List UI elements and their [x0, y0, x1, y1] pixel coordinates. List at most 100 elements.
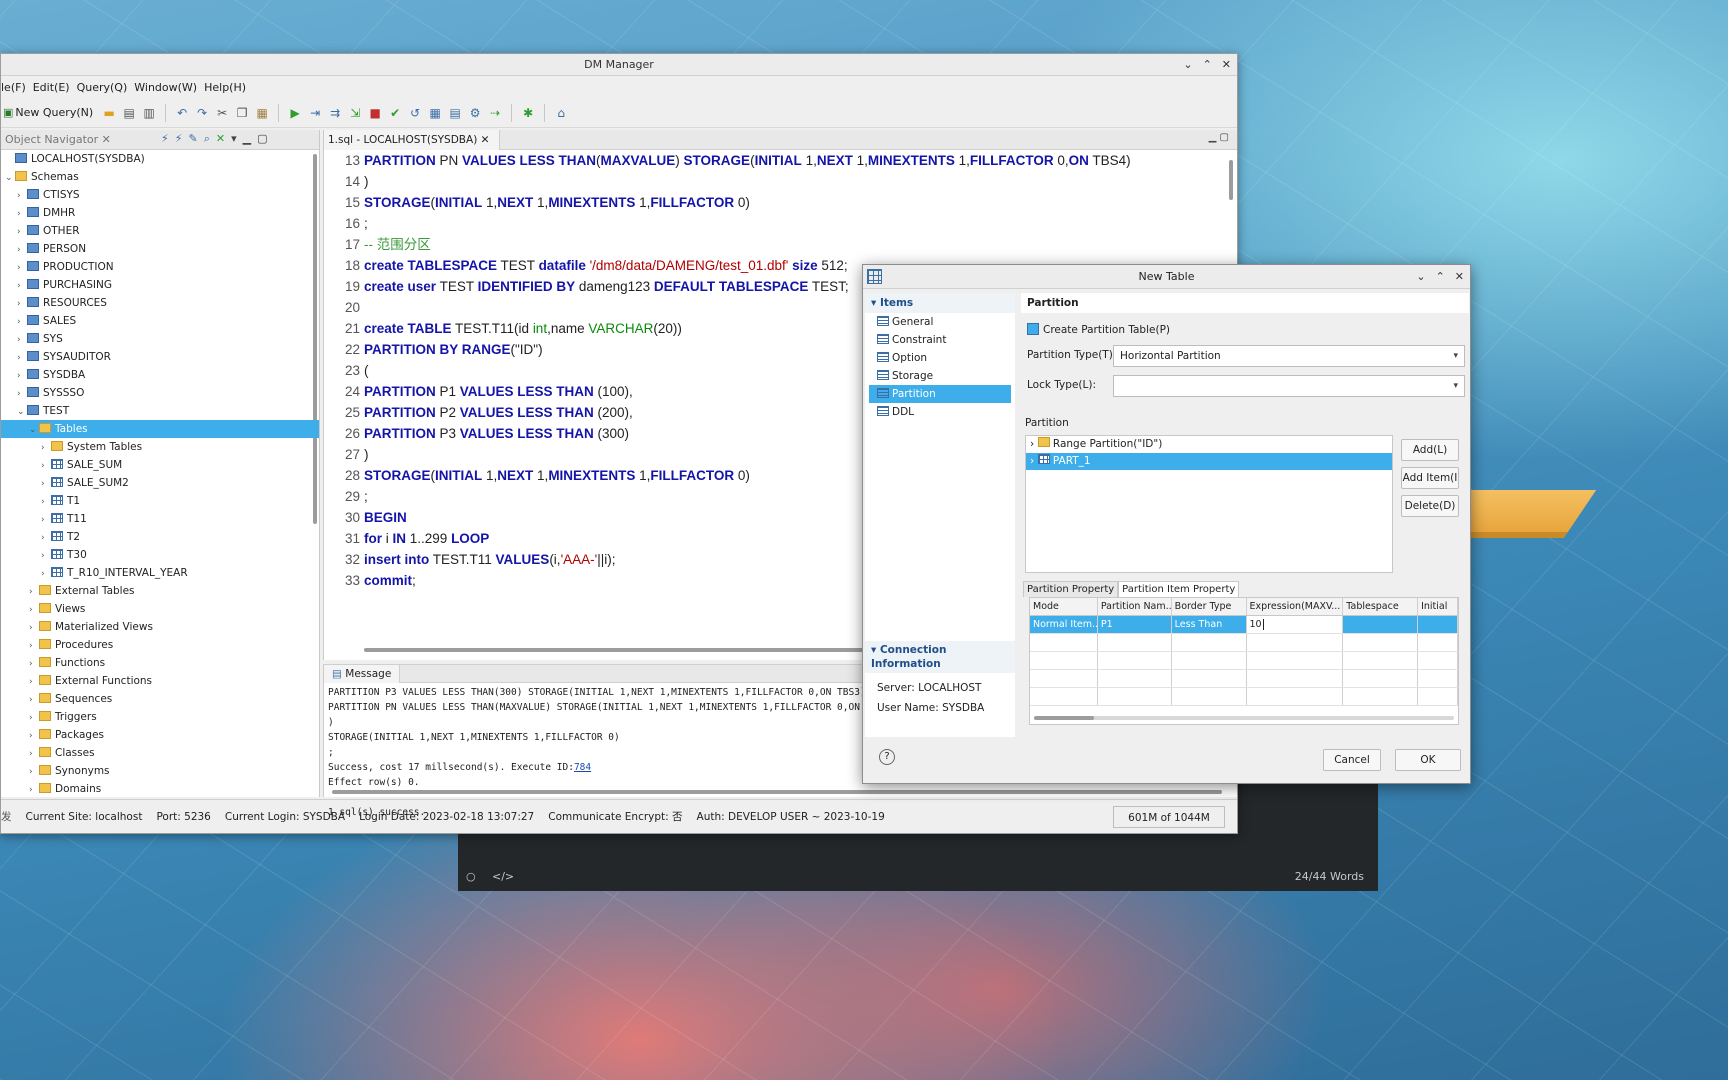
chevron-right-icon[interactable]: ›: [17, 313, 27, 331]
minimize-icon[interactable]: ⌄: [1183, 54, 1192, 76]
menu-window[interactable]: Window(W): [134, 81, 204, 94]
search-icon[interactable]: ⌕: [204, 132, 210, 146]
explain-icon[interactable]: ⇲: [346, 104, 364, 122]
save-all-icon[interactable]: ▥: [140, 104, 158, 122]
column-partition-name[interactable]: Partition Nam...: [1098, 598, 1172, 615]
tree-node-table[interactable]: › SALE_SUM: [1, 456, 319, 474]
redo-icon[interactable]: ↷: [193, 104, 211, 122]
menu-file[interactable]: le(F): [1, 81, 33, 94]
chevron-right-icon[interactable]: ›: [41, 529, 51, 547]
tree-node-schema[interactable]: › SYSDBA: [1, 366, 319, 384]
chevron-right-icon[interactable]: ›: [41, 547, 51, 565]
item-partition[interactable]: Partition: [869, 385, 1011, 403]
lock-type-select[interactable]: ▾: [1113, 375, 1465, 397]
run-selection-icon[interactable]: ⇥: [306, 104, 324, 122]
chevron-right-icon[interactable]: ›: [17, 241, 27, 259]
chevron-right-icon[interactable]: ›: [41, 511, 51, 529]
menu-query[interactable]: Query(Q): [77, 81, 135, 94]
delete-button[interactable]: Delete(D): [1401, 495, 1459, 517]
execute-id-link[interactable]: 784: [574, 762, 591, 773]
chevron-right-icon[interactable]: ›: [29, 745, 39, 763]
chevron-down-icon[interactable]: ⌄: [29, 421, 39, 439]
home-icon[interactable]: ⌂: [552, 104, 570, 122]
tree-node-folder[interactable]: › Views: [1, 600, 319, 618]
tree-node-folder[interactable]: › External Functions: [1, 672, 319, 690]
edit-icon[interactable]: ✎: [188, 132, 197, 146]
grid-icon[interactable]: ▦: [426, 104, 444, 122]
column-mode[interactable]: Mode: [1030, 598, 1098, 615]
add-item-button[interactable]: Add Item(I: [1401, 467, 1459, 489]
chevron-right-icon[interactable]: ›: [17, 205, 27, 223]
maximize-icon[interactable]: ⌃: [1436, 265, 1445, 287]
chevron-right-icon[interactable]: ›: [41, 439, 51, 457]
tree-node-folder[interactable]: › Procedures: [1, 636, 319, 654]
chevron-right-icon[interactable]: ›: [29, 673, 39, 691]
chevron-right-icon[interactable]: ›: [17, 259, 27, 277]
tree-node-folder[interactable]: › Packages: [1, 726, 319, 744]
step-icon[interactable]: ⇢: [486, 104, 504, 122]
chevron-right-icon[interactable]: ›: [41, 457, 51, 475]
tree-node-folder[interactable]: › Classes: [1, 744, 319, 762]
tree-node-schema[interactable]: › SYS: [1, 330, 319, 348]
tab-partition-property[interactable]: Partition Property: [1023, 581, 1119, 597]
run-icon[interactable]: ▶: [286, 104, 304, 122]
add-button[interactable]: Add(L): [1401, 439, 1459, 461]
maximize-icon[interactable]: ⌃: [1203, 54, 1212, 76]
tree-node-schemas[interactable]: ⌄ Schemas: [1, 168, 319, 186]
tab-object-navigator[interactable]: Object Navigator ✕: [1, 130, 111, 150]
panel-controls-icon[interactable]: ▁ ▢: [1209, 132, 1229, 143]
view-menu-icon[interactable]: ▾: [231, 132, 237, 146]
tree-node-schema[interactable]: › RESOURCES: [1, 294, 319, 312]
tree-node-folder[interactable]: › Synonyms: [1, 762, 319, 780]
tree-node-tables[interactable]: ⌄ Tables: [1, 420, 319, 438]
copy-icon[interactable]: ❐: [233, 104, 251, 122]
partition-type-select[interactable]: Horizontal Partition ▾: [1113, 345, 1465, 367]
cell-mode[interactable]: Normal Item...: [1030, 616, 1098, 633]
tree-node-root[interactable]: LOCALHOST(SYSDBA): [1, 150, 319, 168]
bug-icon[interactable]: ✱: [519, 104, 537, 122]
new-query-button[interactable]: ▣ New Query(N): [3, 106, 93, 119]
debug-icon[interactable]: ⚙: [466, 104, 484, 122]
disconnect-icon[interactable]: ⚡: [175, 132, 183, 146]
chevron-right-icon[interactable]: ›: [29, 781, 39, 795]
chevron-down-icon[interactable]: ⌄: [5, 169, 15, 187]
tree-node-table[interactable]: › T_R10_INTERVAL_YEAR: [1, 564, 319, 582]
chevron-right-icon[interactable]: ›: [29, 727, 39, 745]
tab-message[interactable]: ▤ Message: [324, 665, 401, 683]
menu-edit[interactable]: Edit(E): [33, 81, 77, 94]
cell-tablespace[interactable]: [1343, 616, 1419, 633]
item-storage[interactable]: Storage: [869, 367, 1011, 385]
chevron-right-icon[interactable]: ›: [17, 187, 27, 205]
tree-node-schema[interactable]: › PERSON: [1, 240, 319, 258]
column-initial[interactable]: Initial: [1418, 598, 1458, 615]
minimize-icon[interactable]: ⌄: [1416, 265, 1425, 287]
tree-node-schema[interactable]: › PURCHASING: [1, 276, 319, 294]
item-ddl[interactable]: DDL: [869, 403, 1011, 421]
run-script-icon[interactable]: ⇉: [326, 104, 344, 122]
editor-hscrollbar[interactable]: [364, 648, 864, 652]
chevron-down-icon[interactable]: ⌄: [17, 403, 27, 421]
table-row[interactable]: Normal Item... P1 Less Than 10: [1030, 616, 1458, 634]
tree-node-schema[interactable]: › SALES: [1, 312, 319, 330]
tree-node-folder[interactable]: › Materialized Views: [1, 618, 319, 636]
cell-initial[interactable]: [1418, 616, 1458, 633]
tree-node-table[interactable]: › T11: [1, 510, 319, 528]
chevron-right-icon[interactable]: ›: [29, 691, 39, 709]
chevron-right-icon[interactable]: ›: [41, 493, 51, 511]
chevron-right-icon[interactable]: ›: [29, 619, 39, 637]
item-constraint[interactable]: Constraint: [869, 331, 1011, 349]
tree-node-schema[interactable]: › CTISYS: [1, 186, 319, 204]
tree-node-schema[interactable]: › PRODUCTION: [1, 258, 319, 276]
paste-icon[interactable]: ▦: [253, 104, 271, 122]
chevron-right-icon[interactable]: ›: [17, 331, 27, 349]
cell-border-type[interactable]: Less Than: [1172, 616, 1247, 633]
chevron-right-icon[interactable]: ›: [29, 709, 39, 727]
stop-icon[interactable]: ■: [366, 104, 384, 122]
collapse-icon[interactable]: ✕: [216, 132, 225, 146]
column-expression[interactable]: Expression(MAXV...: [1247, 598, 1344, 615]
chevron-right-icon[interactable]: ›: [29, 601, 39, 619]
tree-node-folder[interactable]: › Domains: [1, 780, 319, 795]
tree-node-table[interactable]: › T1: [1, 492, 319, 510]
tree-node-schema[interactable]: › SYSSSO: [1, 384, 319, 402]
connection-header[interactable]: ▾ Connection Information: [865, 641, 1015, 673]
